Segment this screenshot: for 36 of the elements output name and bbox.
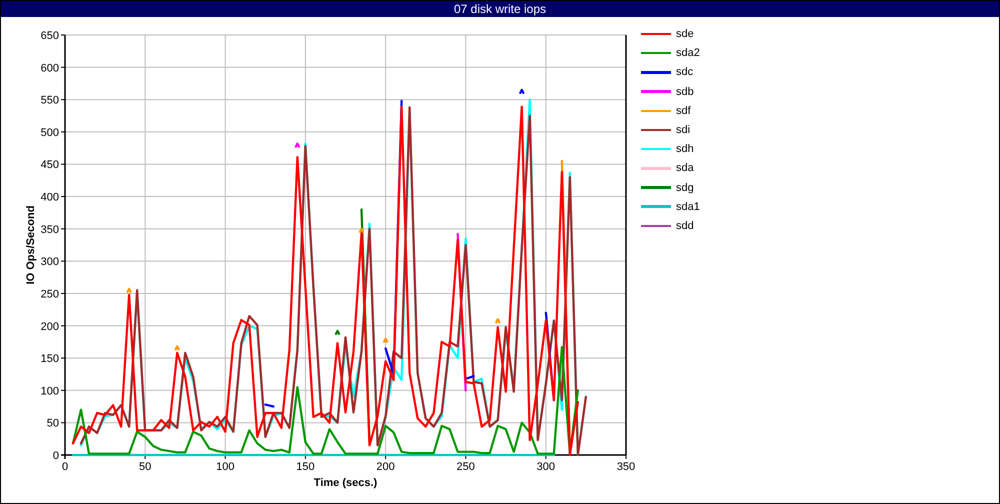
- tick-label: 250: [40, 288, 59, 300]
- legend-label: sda: [676, 161, 694, 176]
- legend-label: sdf: [676, 104, 691, 118]
- tick-label: 650: [40, 30, 59, 42]
- tick-label: 250: [456, 461, 475, 473]
- tick-label: 350: [616, 461, 636, 473]
- y-axis-title: IO Ops/Second: [25, 206, 37, 284]
- tick-label: 300: [536, 461, 556, 473]
- tick-label: 500: [40, 126, 59, 139]
- legend-label: sdb: [676, 84, 694, 99]
- legend-label: sdg: [676, 180, 694, 194]
- tick-label: 0: [52, 450, 59, 462]
- tick-label: 600: [40, 62, 59, 74]
- window-title: 07 disk write iops: [1, 1, 999, 17]
- legend-label: sdh: [676, 142, 694, 156]
- legend-label: sda2: [676, 46, 700, 60]
- tick-label: 100: [40, 385, 59, 398]
- tick-label: 50: [46, 418, 59, 430]
- legend-label: sdi: [676, 122, 690, 137]
- legend-label: sde: [676, 27, 694, 41]
- legend-label: sdd: [676, 218, 694, 233]
- tick-label: 400: [40, 192, 59, 204]
- tick-label: 150: [296, 461, 315, 473]
- tick-label: 550: [40, 94, 59, 107]
- tick-label: 300: [40, 256, 59, 268]
- tick-label: 100: [216, 461, 234, 473]
- legend-label: sda1: [676, 200, 700, 214]
- tick-label: 450: [40, 159, 59, 172]
- legend-label: sdc: [676, 65, 694, 80]
- tick-label: 350: [40, 224, 59, 236]
- tick-label: 50: [139, 461, 152, 473]
- tick-label: 200: [376, 461, 395, 473]
- tick-label: 150: [40, 353, 59, 366]
- tick-label: 200: [40, 320, 59, 333]
- x-axis-title: Time (secs.): [314, 477, 378, 489]
- tick-label: 0: [62, 461, 68, 473]
